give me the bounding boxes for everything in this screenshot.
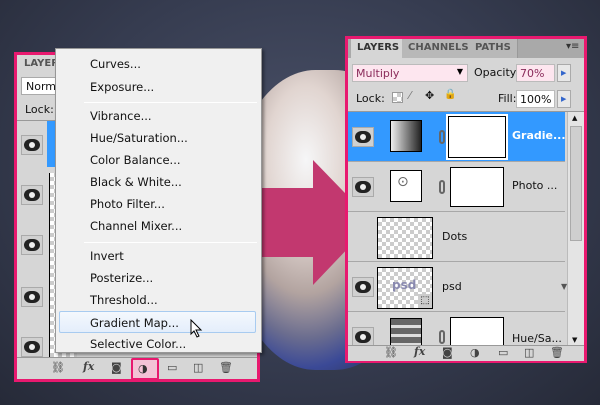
link-icon <box>439 180 445 194</box>
layers-toolbar: ⛓ fx ◙ ◑ ▭ ◫ 🗑 <box>17 357 257 380</box>
lock-label: Lock: <box>356 92 385 105</box>
cursor-icon <box>190 319 203 338</box>
adjustment-menu: Curves... Exposure... Vibrance... Hue/Sa… <box>55 48 262 353</box>
visibility-toggle[interactable] <box>21 235 43 255</box>
menu-item-vibrance[interactable]: Vibrance... <box>90 109 152 123</box>
half-circle-icon: ◑ <box>138 362 148 375</box>
visibility-toggle[interactable] <box>21 337 43 357</box>
layer-name[interactable]: Photo ... <box>512 179 557 192</box>
trash-icon[interactable]: 🗑 <box>550 346 564 359</box>
layer-thumbnail: psd ⬚ <box>377 267 433 309</box>
lock-transparency-icon[interactable] <box>392 92 403 103</box>
opacity-label: Opacity: <box>474 66 520 79</box>
lock-brush-icon[interactable]: ⁄ <box>409 89 411 102</box>
visibility-toggle[interactable] <box>352 327 374 347</box>
layer-mask-thumbnail <box>450 317 504 348</box>
link-icon[interactable]: ⛓ <box>384 346 398 359</box>
menu-item-black-white[interactable]: Black & White... <box>90 175 182 189</box>
chevron-down-icon: ▼ <box>456 67 463 76</box>
visibility-toggle[interactable] <box>352 127 374 147</box>
layer-row[interactable]: Gradie... <box>348 112 566 162</box>
mask-icon[interactable]: ◙ <box>442 346 453 359</box>
adjustment-layer-icon[interactable]: ◑ <box>470 346 480 359</box>
opacity-input[interactable]: 70% <box>516 64 555 82</box>
visibility-toggle[interactable] <box>352 277 374 297</box>
opacity-slider-button[interactable]: ▶ <box>557 64 571 82</box>
eye-icon <box>355 131 371 143</box>
menu-item-color-balance[interactable]: Color Balance... <box>90 153 181 167</box>
layer-row[interactable]: Dots <box>348 212 565 262</box>
layer-name[interactable]: psd <box>442 280 462 293</box>
eye-icon <box>24 189 40 201</box>
layers-list: Gradie... ⊙ Photo ... Dots psd ⬚ psd ▼ Hu… <box>348 111 584 348</box>
eye-icon <box>355 281 371 293</box>
layer-row[interactable]: psd ⬚ psd ▼ <box>348 262 567 312</box>
menu-item-hue-saturation[interactable]: Hue/Saturation... <box>90 131 188 145</box>
menu-item-posterize[interactable]: Posterize... <box>90 271 153 285</box>
layer-name[interactable]: Dots <box>442 230 467 243</box>
fx-icon[interactable]: fx <box>414 345 425 358</box>
tab-channels[interactable]: CHANNELS <box>402 39 476 58</box>
tab-layers[interactable]: LAYERS <box>351 39 407 58</box>
fill-label: Fill: <box>498 92 517 105</box>
link-icon <box>439 130 445 144</box>
menu-item-threshold[interactable]: Threshold... <box>90 293 158 307</box>
photo-filter-thumbnail: ⊙ <box>390 170 422 202</box>
layer-name[interactable]: Hue/Sa... <box>512 332 562 345</box>
tab-paths[interactable]: PATHS <box>469 39 518 58</box>
trash-icon[interactable]: 🗑 <box>219 361 233 374</box>
eye-icon <box>24 139 40 151</box>
menu-item-selective-color[interactable]: Selective Color... <box>90 337 186 351</box>
menu-item-exposure[interactable]: Exposure... <box>90 80 154 94</box>
visibility-toggle[interactable] <box>21 287 43 307</box>
fx-icon[interactable]: fx <box>83 360 94 373</box>
link-icon[interactable]: ⛓ <box>51 361 65 374</box>
layers-panel: LAYERS CHANNELS PATHS ▾≡ Multiply ▼ Opaci… <box>345 36 587 363</box>
panel-menu-icon[interactable]: ▾≡ <box>566 41 579 52</box>
adjustment-layer-button[interactable]: ◑ <box>131 358 159 380</box>
layer-row[interactable]: Hue/Sa... <box>348 312 565 348</box>
smart-object-icon: ⬚ <box>418 294 432 308</box>
menu-item-invert[interactable]: Invert <box>90 249 124 263</box>
scroll-up-icon[interactable]: ▲ <box>572 114 577 122</box>
blend-mode-select[interactable]: Multiply ▼ <box>352 64 468 82</box>
link-icon <box>439 330 445 344</box>
visibility-toggle[interactable] <box>21 135 43 155</box>
layer-name[interactable]: Gradie... <box>512 129 566 142</box>
eye-icon <box>24 239 40 251</box>
layer-row[interactable]: ⊙ Photo ... <box>348 162 565 212</box>
fill-slider-button[interactable]: ▶ <box>557 90 571 108</box>
lock-label: Lock: <box>25 103 54 116</box>
eye-icon <box>355 331 371 343</box>
folder-icon[interactable]: ▭ <box>498 346 508 359</box>
scrollbar-thumb[interactable] <box>570 126 582 241</box>
visibility-toggle[interactable] <box>352 177 374 197</box>
scroll-down-icon[interactable]: ▼ <box>572 336 577 344</box>
mask-icon[interactable]: ◙ <box>111 361 122 374</box>
menu-item-photo-filter[interactable]: Photo Filter... <box>90 197 165 211</box>
eye-icon <box>24 341 40 353</box>
hue-saturation-thumbnail <box>390 318 422 348</box>
layer-mask-thumbnail <box>446 114 508 160</box>
layers-toolbar: ⛓ fx ◙ ◑ ▭ ◫ 🗑 <box>348 345 584 361</box>
lock-move-icon[interactable]: ✥ <box>425 89 434 102</box>
lock-all-icon[interactable]: 🔒 <box>444 89 456 100</box>
eye-icon <box>355 181 371 193</box>
folder-icon[interactable]: ▭ <box>167 361 177 374</box>
layer-mask-thumbnail <box>450 167 504 207</box>
gradient-map-thumbnail <box>390 120 422 152</box>
menu-item-channel-mixer[interactable]: Channel Mixer... <box>90 219 182 233</box>
scrollbar[interactable]: ▲ ▼ <box>567 112 584 348</box>
new-layer-icon[interactable]: ◫ <box>524 346 534 359</box>
visibility-toggle[interactable] <box>21 185 43 205</box>
menu-item-curves[interactable]: Curves... <box>90 57 141 71</box>
fill-input[interactable]: 100% <box>516 90 555 108</box>
menu-item-gradient-map[interactable]: Gradient Map... <box>90 316 179 330</box>
new-layer-icon[interactable]: ◫ <box>193 361 203 374</box>
layer-thumbnail <box>377 217 433 259</box>
eye-icon <box>24 291 40 303</box>
